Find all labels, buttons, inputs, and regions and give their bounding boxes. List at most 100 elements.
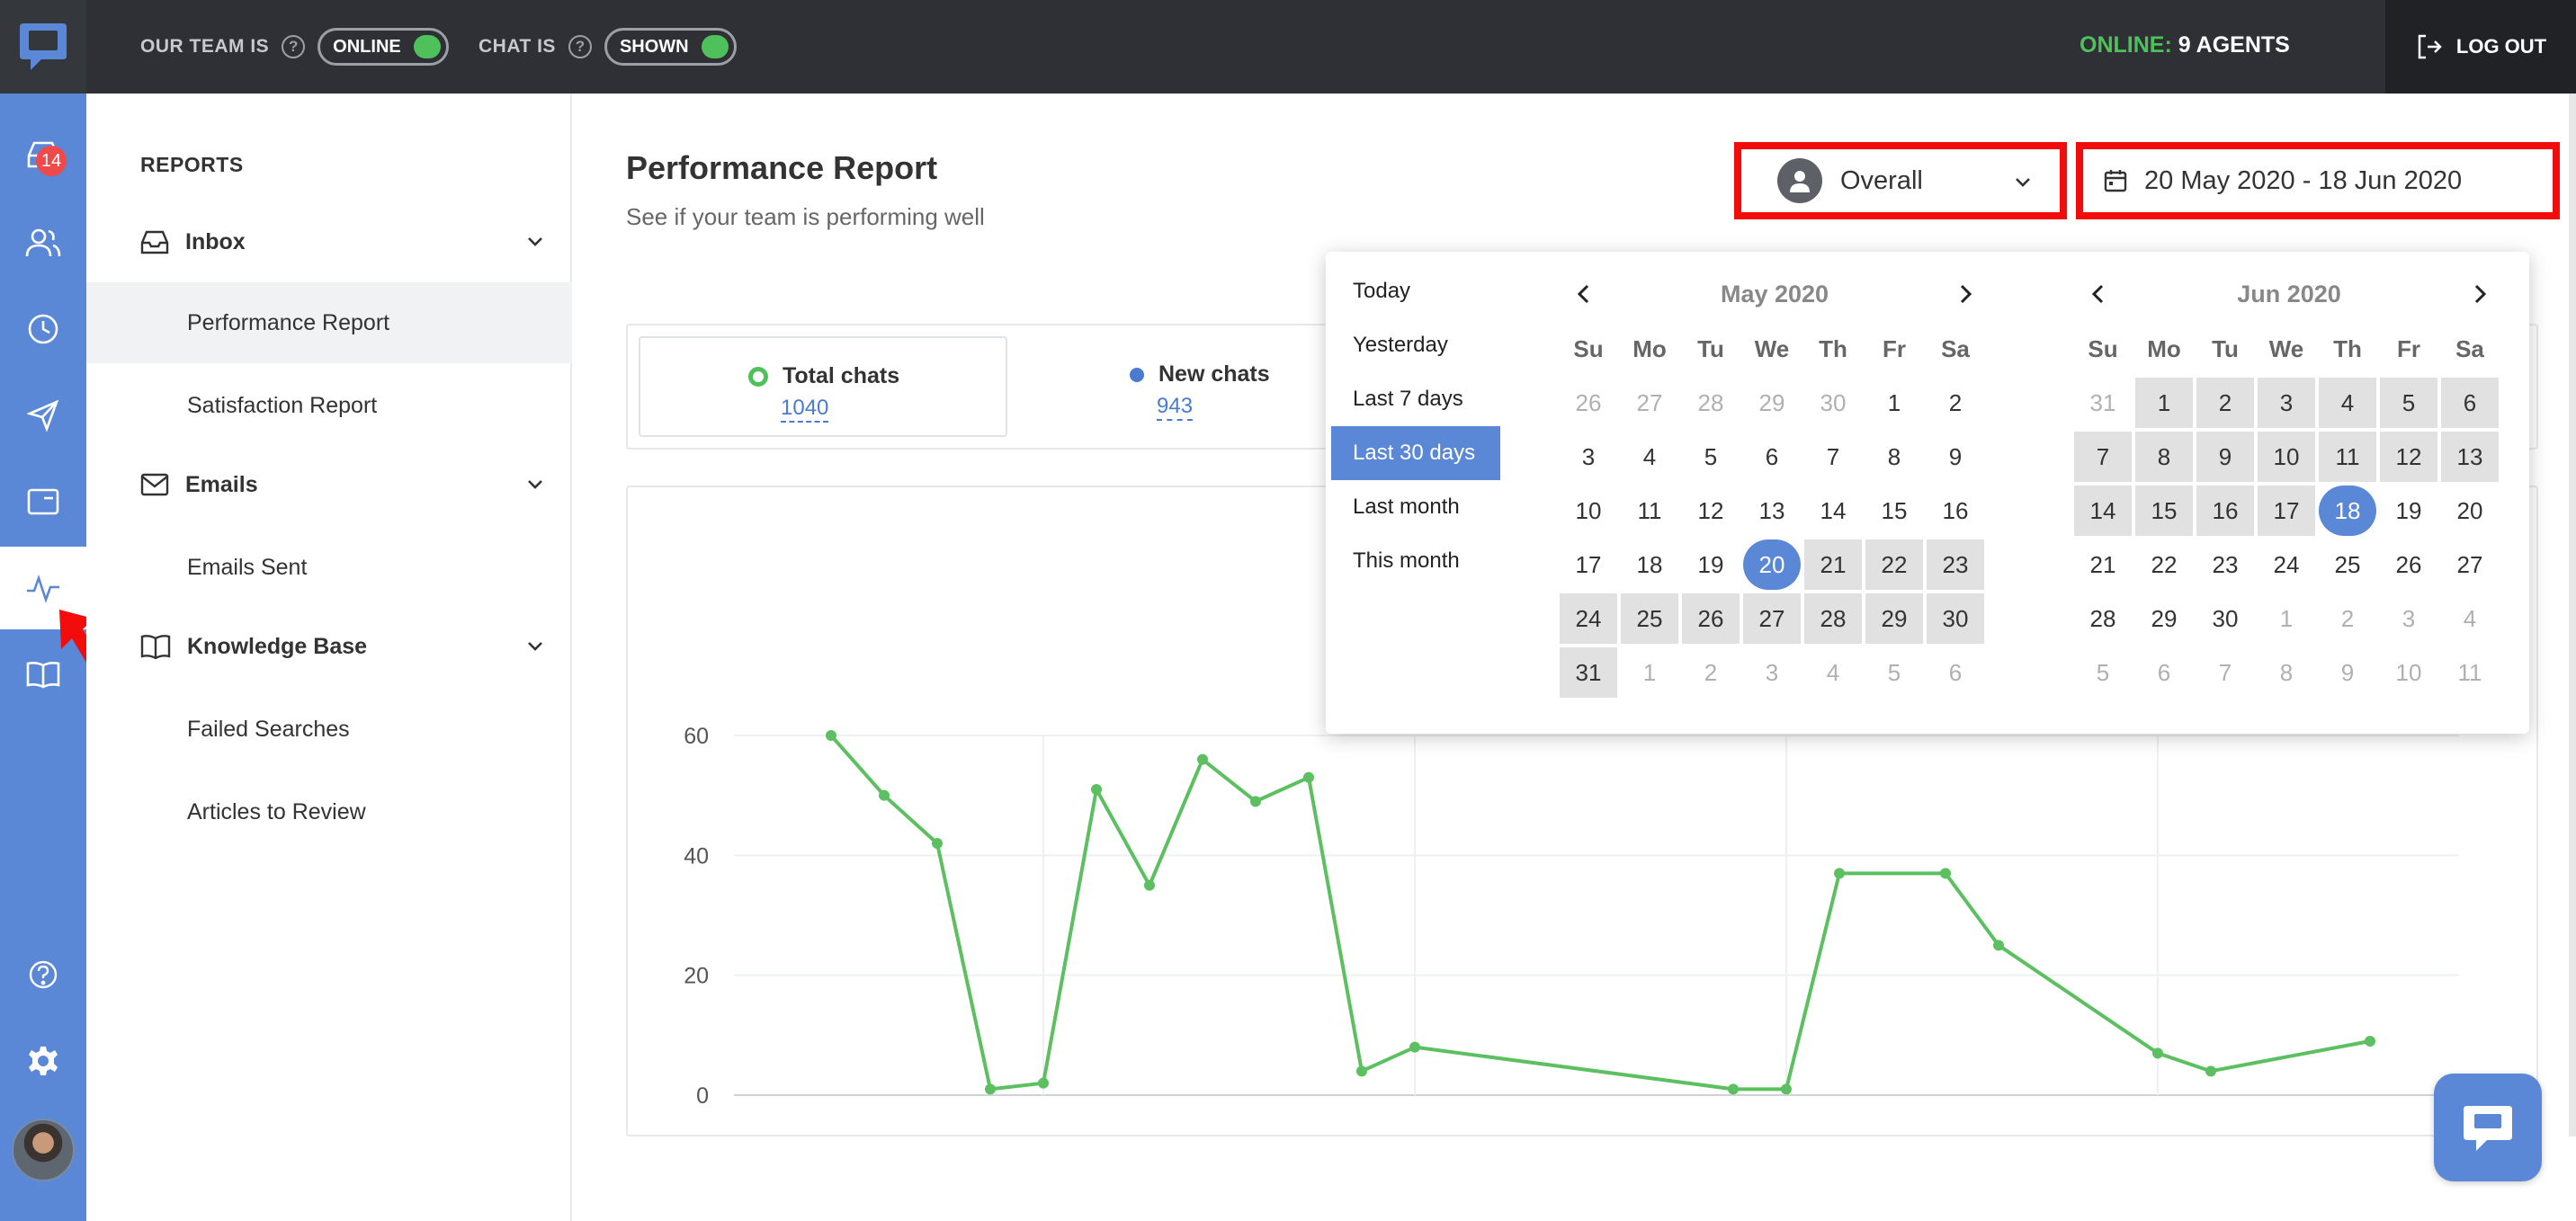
preset-option[interactable]: Last 7 days — [1331, 372, 1500, 426]
calendar-day[interactable]: 28 — [1682, 378, 1740, 428]
calendar-day[interactable]: 5 — [1682, 432, 1740, 482]
preset-option[interactable]: Yesterday — [1331, 318, 1500, 372]
calendar-day[interactable]: 2 — [1682, 647, 1740, 698]
calendar-day[interactable]: 27 — [1621, 378, 1678, 428]
calendar-day[interactable]: 5 — [1865, 647, 1923, 698]
calendar-day[interactable]: 6 — [2441, 378, 2499, 428]
help-icon[interactable]: ? — [282, 35, 306, 58]
sidebar-item-failed-searches[interactable]: Failed Searches — [86, 689, 572, 770]
calendar-day[interactable]: 16 — [2196, 486, 2254, 536]
calendar-day[interactable]: 19 — [1682, 539, 1740, 590]
calendar-day[interactable]: 18 — [1621, 539, 1678, 590]
sidebar-group-inbox[interactable]: Inbox — [86, 210, 572, 273]
calendar-day[interactable]: 7 — [2074, 432, 2132, 482]
avatar[interactable] — [12, 1119, 75, 1181]
stat-value[interactable]: 1040 — [781, 396, 829, 423]
app-logo[interactable] — [0, 0, 86, 94]
calendar-day[interactable]: 16 — [1927, 486, 1984, 536]
calendar-day[interactable]: 5 — [2074, 647, 2132, 698]
calendar-day[interactable]: 30 — [1804, 378, 1862, 428]
agent-filter-select[interactable]: Overall — [1734, 142, 2067, 219]
calendar-day[interactable]: 14 — [2074, 486, 2132, 536]
calendar-day[interactable]: 9 — [2319, 647, 2376, 698]
calendar-day[interactable]: 2 — [1927, 378, 1984, 428]
stat-title-new-chats[interactable]: New chats — [1130, 361, 1270, 388]
prev-month-button[interactable] — [1569, 279, 1599, 309]
calendar-day[interactable]: 8 — [2258, 647, 2315, 698]
prev-month-button[interactable] — [2083, 279, 2114, 309]
calendar-day[interactable]: 23 — [1927, 539, 1984, 590]
calendar-day[interactable]: 11 — [2319, 432, 2376, 482]
calendar-day[interactable]: 6 — [1743, 432, 1801, 482]
calendar-day[interactable]: 10 — [2258, 432, 2315, 482]
calendar-day[interactable]: 8 — [2135, 432, 2193, 482]
calendar-day[interactable]: 24 — [1560, 593, 1617, 644]
chat-widget-button[interactable] — [2434, 1074, 2542, 1181]
calendar-day[interactable]: 19 — [2380, 486, 2437, 536]
chat-shown-toggle[interactable]: SHOWN — [604, 28, 737, 66]
rail-help[interactable] — [0, 933, 86, 1016]
calendar-day[interactable]: 1 — [2135, 378, 2193, 428]
calendar-day[interactable]: 31 — [2074, 378, 2132, 428]
sidebar-group-emails[interactable]: Emails — [86, 453, 572, 516]
calendar-day[interactable]: 15 — [1865, 486, 1923, 536]
calendar-day[interactable]: 27 — [2441, 539, 2499, 590]
preset-option[interactable]: This month — [1331, 534, 1500, 588]
sidebar-item-satisfaction-report[interactable]: Satisfaction Report — [86, 365, 572, 446]
calendar-day[interactable]: 9 — [2196, 432, 2254, 482]
calendar-day[interactable]: 6 — [2135, 647, 2193, 698]
calendar-day[interactable]: 15 — [2135, 486, 2193, 536]
calendar-day[interactable]: 12 — [2380, 432, 2437, 482]
rail-campaigns[interactable] — [0, 374, 86, 457]
calendar-day[interactable]: 4 — [2319, 378, 2376, 428]
calendar-day[interactable]: 8 — [1865, 432, 1923, 482]
calendar-day[interactable]: 5 — [2380, 378, 2437, 428]
sidebar-item-articles-to-review[interactable]: Articles to Review — [86, 771, 572, 852]
calendar-day[interactable]: 10 — [1560, 486, 1617, 536]
logout-button[interactable]: LOG OUT — [2385, 0, 2576, 94]
calendar-day[interactable]: 1 — [1865, 378, 1923, 428]
calendar-day[interactable]: 1 — [2258, 593, 2315, 644]
calendar-day[interactable]: 3 — [1743, 647, 1801, 698]
sidebar-group-knowledge-base[interactable]: Knowledge Base — [86, 615, 572, 678]
page-scrollbar[interactable] — [2569, 94, 2576, 1136]
calendar-day[interactable]: 24 — [2258, 539, 2315, 590]
rail-contacts[interactable] — [0, 201, 86, 284]
stat-card-total-chats[interactable]: Total chats 1040 — [639, 336, 1007, 437]
date-range-input[interactable]: 20 May 2020 - 18 Jun 2020 — [2076, 142, 2560, 219]
calendar-day[interactable]: 30 — [1927, 593, 1984, 644]
sidebar-item-emails-sent[interactable]: Emails Sent — [86, 527, 572, 608]
calendar-day[interactable]: 28 — [1804, 593, 1862, 644]
help-icon[interactable]: ? — [568, 35, 592, 58]
calendar-day[interactable]: 28 — [2074, 593, 2132, 644]
calendar-day[interactable]: 26 — [2380, 539, 2437, 590]
stat-value[interactable]: 943 — [1157, 394, 1194, 421]
calendar-day[interactable]: 29 — [2135, 593, 2193, 644]
calendar-day[interactable]: 22 — [2135, 539, 2193, 590]
calendar-day[interactable]: 2 — [2319, 593, 2376, 644]
calendar-day[interactable]: 13 — [1743, 486, 1801, 536]
calendar-day[interactable]: 4 — [1804, 647, 1862, 698]
calendar-day[interactable]: 4 — [2441, 593, 2499, 644]
calendar-day[interactable]: 11 — [1621, 486, 1678, 536]
calendar-day[interactable]: 26 — [1560, 378, 1617, 428]
calendar-day[interactable]: 30 — [2196, 593, 2254, 644]
sidebar-item-performance-report[interactable]: Performance Report — [86, 282, 572, 363]
calendar-day[interactable]: 3 — [2258, 378, 2315, 428]
calendar-day[interactable]: 10 — [2380, 647, 2437, 698]
rail-inbox[interactable]: 14 — [0, 113, 86, 196]
calendar-day[interactable]: 29 — [1743, 378, 1801, 428]
calendar-day[interactable]: 25 — [1621, 593, 1678, 644]
calendar-day[interactable]: 11 — [2441, 647, 2499, 698]
calendar-day[interactable]: 7 — [1804, 432, 1862, 482]
calendar-day[interactable]: 6 — [1927, 647, 1984, 698]
calendar-day[interactable]: 23 — [2196, 539, 2254, 590]
calendar-day[interactable]: 9 — [1927, 432, 1984, 482]
calendar-day[interactable]: 20 — [2441, 486, 2499, 536]
calendar-day[interactable]: 29 — [1865, 593, 1923, 644]
calendar-day[interactable]: 17 — [1560, 539, 1617, 590]
calendar-day[interactable]: 26 — [1682, 593, 1740, 644]
team-online-toggle[interactable]: ONLINE — [318, 28, 449, 66]
rail-widgets[interactable] — [0, 460, 86, 543]
next-month-button[interactable] — [1950, 279, 1981, 309]
